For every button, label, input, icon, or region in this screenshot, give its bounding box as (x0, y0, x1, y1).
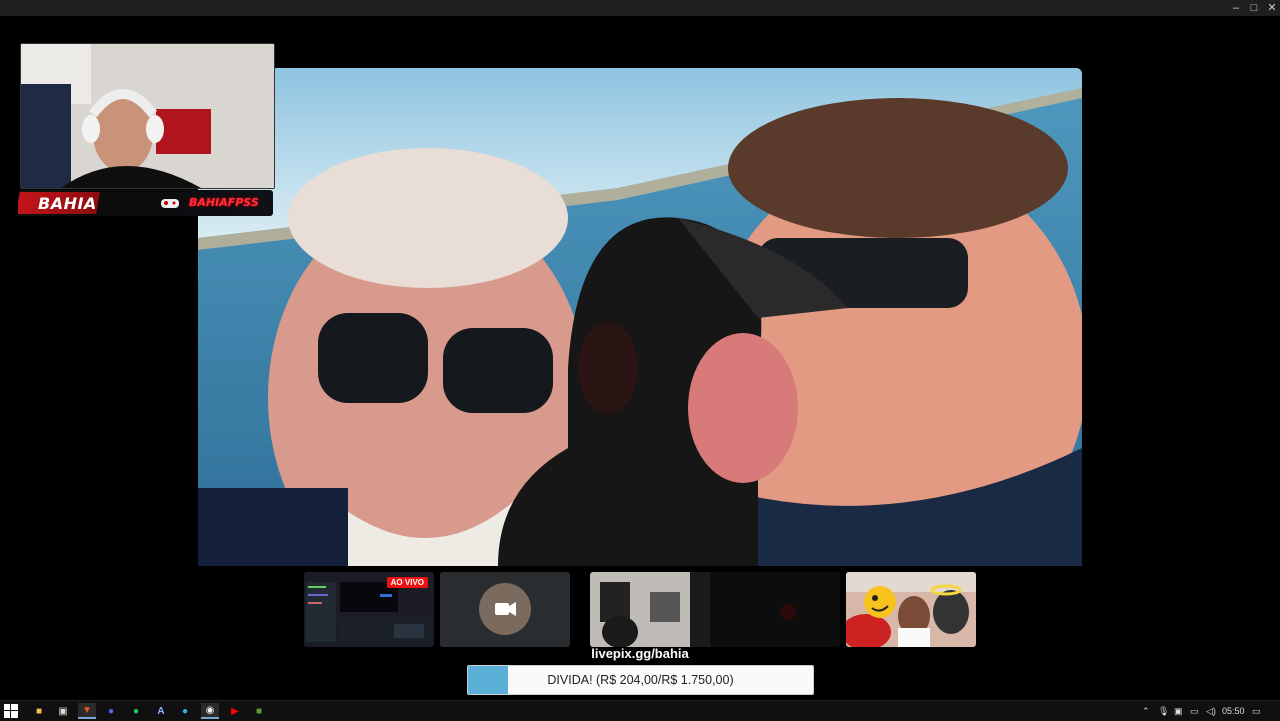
thumb-dark-scene[interactable] (710, 572, 840, 647)
tray-chevron-up-icon[interactable]: ⌃ (1142, 704, 1150, 718)
network-icon[interactable]: ▭ (1190, 704, 1199, 718)
thumb-obs-screen[interactable]: AO VIVO (304, 572, 434, 647)
donation-link[interactable]: livepix.gg/bahia (560, 646, 720, 661)
volume-icon[interactable]: ◁) (1206, 704, 1216, 718)
scene-thumbnails: AO VIVO (304, 572, 976, 647)
dark-scene-preview (710, 572, 840, 647)
file-explorer-icon[interactable]: ■ (30, 703, 48, 719)
webcam-feed (20, 43, 275, 189)
thumb-meme-photo[interactable] (846, 572, 976, 647)
notification-icon[interactable]: ▭ (1252, 704, 1261, 718)
meme-photo-preview (846, 572, 976, 647)
store-icon[interactable]: ▣ (54, 703, 72, 719)
goal-label: DIVIDA! (R$ 204,00/R$ 1.750,00) (547, 673, 734, 687)
microphone-icon[interactable]: 🎙 (1158, 704, 1169, 718)
webcam-illustration (21, 44, 274, 188)
minimize-button[interactable]: – (1226, 0, 1246, 16)
title-bar: – □ ✕ (0, 0, 1280, 16)
tray-app-icon[interactable]: ▣ (1174, 704, 1183, 718)
app-a-icon[interactable]: A (152, 703, 170, 719)
banner-handle-text: BAHIAFPSS (189, 196, 259, 209)
thumb-room-cam[interactable] (590, 572, 720, 647)
discord-icon[interactable]: ● (102, 703, 120, 719)
spotify-icon[interactable]: ● (127, 703, 145, 719)
main-stream-image (198, 68, 1082, 566)
thumb-camera-off[interactable] (440, 572, 570, 647)
controller-icon (161, 199, 179, 208)
taskbar: ■ ▣ ▼ ● ● A ● ◉ ▶ ■ ⌃ 🎙 ▣ ▭ ◁) 05:50 ▭ (0, 700, 1280, 721)
minecraft-icon[interactable]: ■ (250, 703, 268, 719)
main-scene-illustration (198, 68, 1082, 566)
start-icon[interactable] (4, 704, 18, 718)
clock[interactable]: 05:50 (1222, 704, 1245, 718)
banner-left-text: BAHIA (38, 194, 97, 213)
maximize-button[interactable]: □ (1244, 0, 1264, 16)
live-badge: AO VIVO (386, 577, 428, 588)
donation-goal-bar: DIVIDA! (R$ 204,00/R$ 1.750,00) (467, 665, 814, 695)
brave-icon[interactable]: ▼ (78, 703, 96, 719)
room-cam-preview (590, 572, 690, 647)
close-button[interactable]: ✕ (1262, 0, 1280, 16)
obs-icon[interactable]: ◉ (201, 703, 219, 719)
streamer-banner: BAHIA BAHIAFPSS (18, 190, 273, 216)
youtube-icon[interactable]: ▶ (226, 703, 244, 719)
camera-placeholder (479, 583, 531, 635)
edge-icon[interactable]: ● (176, 703, 194, 719)
